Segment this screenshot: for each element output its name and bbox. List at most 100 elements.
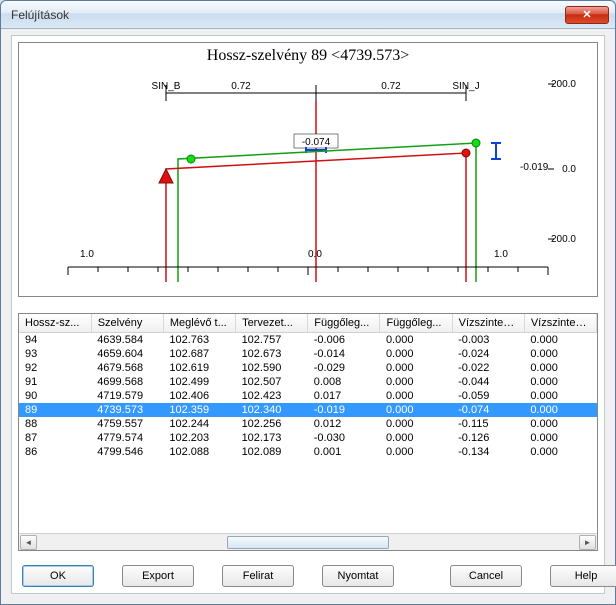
cell: 0.008 (308, 375, 380, 389)
cell: 4639.584 (91, 333, 163, 348)
cell: 102.359 (163, 403, 235, 417)
cell: 102.256 (236, 417, 308, 431)
series-tervezett (178, 143, 476, 282)
cell: 102.340 (236, 403, 308, 417)
cell: 102.619 (163, 361, 235, 375)
cell: 91 (19, 375, 91, 389)
right-offset-label: -0.019 (520, 162, 549, 173)
x-tick: 1.0 (80, 249, 94, 260)
scroll-right-icon[interactable]: ► (579, 535, 596, 550)
cell: 4759.557 (91, 417, 163, 431)
cell: 0.000 (380, 417, 452, 431)
column-header[interactable]: Vízszintes... (524, 314, 596, 333)
cell: 0.000 (524, 389, 596, 403)
column-header[interactable]: Szelvény (91, 314, 163, 333)
cell: -0.029 (308, 361, 380, 375)
chart-svg: 200.0 0.0 -200.0 SIN_B SIN_J 0.72 0.72 (19, 67, 597, 292)
cell: 4679.568 (91, 361, 163, 375)
cell: 102.423 (236, 389, 308, 403)
cell: 0.000 (524, 403, 596, 417)
cell: 0.017 (308, 389, 380, 403)
cell: -0.022 (452, 361, 524, 375)
table-row[interactable]: 894739.573102.359102.340-0.0190.000-0.07… (19, 403, 597, 417)
column-header[interactable]: Hossz-sz... (19, 314, 91, 333)
column-header[interactable]: Függőleg... (308, 314, 380, 333)
cell: 0.012 (308, 417, 380, 431)
cell: 102.244 (163, 417, 235, 431)
cell: 102.406 (163, 389, 235, 403)
cell: -0.003 (452, 333, 524, 348)
x-tick: 1.0 (494, 249, 508, 260)
table-row[interactable]: 944639.584102.763102.757-0.0060.000-0.00… (19, 333, 597, 348)
window-title: Felújítások (7, 8, 565, 22)
cell: -0.044 (452, 375, 524, 389)
ok-button[interactable]: OK (22, 565, 94, 587)
table-row[interactable]: 864799.546102.088102.0890.0010.000-0.134… (19, 445, 597, 459)
column-header[interactable]: Vízszintes... (452, 314, 524, 333)
column-header[interactable]: Meglévő t... (163, 314, 235, 333)
horizontal-scrollbar[interactable]: ◄ ► (19, 533, 597, 550)
table-scroll[interactable]: Hossz-sz...SzelvényMeglévő t...Tervezet.… (19, 314, 597, 533)
table-row[interactable]: 884759.557102.244102.2560.0120.000-0.115… (19, 417, 597, 431)
cell: 0.000 (380, 431, 452, 445)
table-row[interactable]: 934659.604102.687102.673-0.0140.000-0.02… (19, 347, 597, 361)
cell: 88 (19, 417, 91, 431)
cell: 4659.604 (91, 347, 163, 361)
main-panel: Hossz-szelvény 89 <4739.573> 200.0 0.0 -… (11, 35, 605, 594)
scroll-track[interactable] (38, 535, 578, 550)
data-table: Hossz-sz...SzelvényMeglévő t...Tervezet.… (18, 313, 598, 551)
scroll-thumb[interactable] (227, 536, 389, 549)
table-row[interactable]: 924679.568102.619102.590-0.0290.000-0.02… (19, 361, 597, 375)
cell: 4719.579 (91, 389, 163, 403)
felirat-button[interactable]: Felirat (222, 565, 294, 587)
cell: 102.673 (236, 347, 308, 361)
cell: 4779.574 (91, 431, 163, 445)
cell: -0.006 (308, 333, 380, 348)
y2-tick: 0.0 (562, 164, 576, 175)
table-row[interactable]: 914699.568102.499102.5070.0080.000-0.044… (19, 375, 597, 389)
cell: 0.000 (524, 417, 596, 431)
cell: 4699.568 (91, 375, 163, 389)
close-button[interactable]: ✕ (565, 6, 609, 24)
cell: 90 (19, 389, 91, 403)
nyomtat-button[interactable]: Nyomtat (322, 565, 394, 587)
cell: -0.014 (308, 347, 380, 361)
cell: 102.590 (236, 361, 308, 375)
cell: 94 (19, 333, 91, 348)
column-header[interactable]: Tervezet... (236, 314, 308, 333)
cell: 92 (19, 361, 91, 375)
cell: 0.000 (524, 431, 596, 445)
chart-container: Hossz-szelvény 89 <4739.573> 200.0 0.0 -… (18, 42, 598, 297)
dim-seg1: 0.72 (231, 81, 251, 92)
cell: 102.507 (236, 375, 308, 389)
cell: 102.088 (163, 445, 235, 459)
cell: 0.000 (524, 445, 596, 459)
cell: -0.115 (452, 417, 524, 431)
cell: 102.203 (163, 431, 235, 445)
cell: 0.000 (380, 347, 452, 361)
column-header[interactable]: Függőleg... (380, 314, 452, 333)
cell: 0.000 (524, 361, 596, 375)
table-row[interactable]: 874779.574102.203102.173-0.0300.000-0.12… (19, 431, 597, 445)
titlebar: Felújítások ✕ (1, 1, 615, 29)
chart-title: Hossz-szelvény 89 <4739.573> (19, 43, 597, 67)
cell: 87 (19, 431, 91, 445)
table-row[interactable]: 904719.579102.406102.4230.0170.000-0.059… (19, 389, 597, 403)
cell: 0.000 (524, 347, 596, 361)
cell: 0.000 (524, 375, 596, 389)
help-button[interactable]: Help (550, 565, 616, 587)
export-button[interactable]: Export (122, 565, 194, 587)
cell: 0.000 (380, 361, 452, 375)
cell: 93 (19, 347, 91, 361)
scroll-left-icon[interactable]: ◄ (20, 535, 37, 550)
cell: 102.763 (163, 333, 235, 348)
cell: -0.024 (452, 347, 524, 361)
cell: 0.000 (380, 389, 452, 403)
dim-seg2: 0.72 (381, 81, 401, 92)
y2-tick: 200.0 (551, 79, 576, 90)
cancel-button[interactable]: Cancel (450, 565, 522, 587)
cell: 0.001 (308, 445, 380, 459)
cell: 102.757 (236, 333, 308, 348)
cell: 4739.573 (91, 403, 163, 417)
cell: 0.000 (380, 403, 452, 417)
